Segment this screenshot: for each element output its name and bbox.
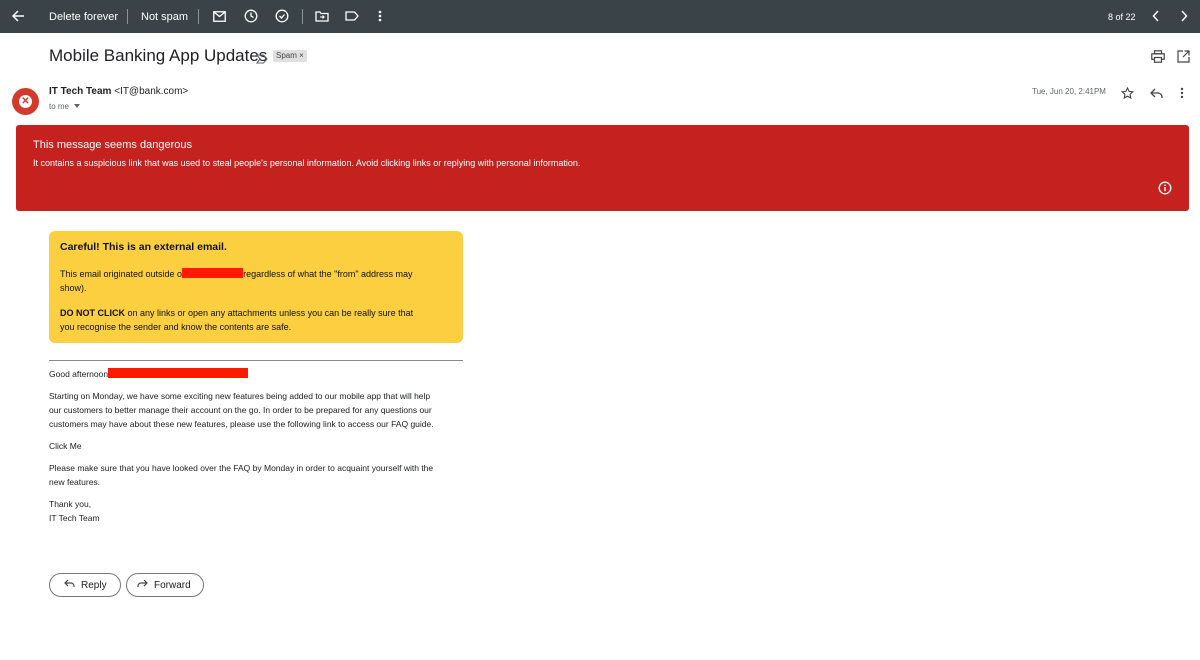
- greeting: Good afternoon: [49, 367, 464, 381]
- sender-avatar: ✕: [12, 88, 39, 115]
- signature: IT Tech Team: [49, 513, 100, 523]
- back-arrow-icon[interactable]: [10, 8, 26, 24]
- delete-forever-button[interactable]: Delete forever: [49, 0, 118, 33]
- notice-title: Careful! This is an external email.: [60, 241, 227, 253]
- external-email-notice: Careful! This is an external email. This…: [49, 231, 463, 343]
- not-spam-label: Not spam: [141, 10, 189, 23]
- body-line: our customers to better manage their acc…: [49, 405, 432, 415]
- reply-label: Reply: [81, 579, 107, 591]
- greeting-text: Good afternoon: [49, 369, 109, 379]
- body-line: Please make sure that you have looked ov…: [49, 463, 434, 473]
- body-line: customers may have about these new featu…: [49, 419, 434, 429]
- signoff: Thank you,: [49, 499, 92, 509]
- important-marker-icon[interactable]: [255, 51, 268, 64]
- message-counter: 8 of 22: [1108, 0, 1136, 33]
- open-in-new-window-icon[interactable]: [1175, 48, 1191, 64]
- sender-line: IT Tech Team <IT@bank.com>: [49, 86, 188, 97]
- next-icon[interactable]: [1176, 8, 1192, 24]
- reply-icon[interactable]: [1148, 85, 1164, 101]
- email-date: Tue, Jun 20, 2:41PM: [1032, 87, 1106, 96]
- sender-name[interactable]: IT Tech Team: [49, 86, 111, 97]
- reply-button[interactable]: Reply: [49, 573, 121, 597]
- email-subject: Mobile Banking App Updates: [49, 46, 268, 65]
- chevron-down-icon: [74, 101, 81, 110]
- body-paragraph-2: Please make sure that you have looked ov…: [49, 461, 464, 489]
- recipient-details[interactable]: to me: [49, 101, 81, 111]
- mark-unread-icon[interactable]: [211, 8, 227, 24]
- info-icon[interactable]: [1158, 181, 1172, 195]
- suspicious-link[interactable]: Click Me: [49, 439, 464, 453]
- toolbar: Delete forever Not spam 8 of 22: [0, 0, 1200, 33]
- not-spam-button[interactable]: Not spam: [141, 0, 188, 33]
- move-to-icon[interactable]: [314, 8, 330, 24]
- notice-bold-text: DO NOT CLICK: [60, 308, 125, 318]
- redaction-box: [108, 368, 249, 378]
- divider: [198, 9, 199, 24]
- more-vert-icon[interactable]: [372, 8, 388, 24]
- more-vert-icon[interactable]: [1174, 85, 1190, 101]
- notice-text: regardless of what the "from" address ma…: [243, 269, 413, 279]
- banner-text: It contains a suspicious link that was u…: [33, 158, 581, 168]
- banner-title: This message seems dangerous: [33, 139, 192, 151]
- spam-label-chip[interactable]: Spam ×: [273, 50, 307, 62]
- divider: [127, 9, 128, 24]
- star-icon[interactable]: [1119, 85, 1135, 101]
- body-line: new features.: [49, 477, 101, 487]
- notice-text: you recognise the sender and know the co…: [60, 322, 292, 332]
- counter-label: 8 of 22: [1108, 11, 1136, 22]
- add-to-tasks-icon[interactable]: [274, 8, 290, 24]
- divider: [49, 360, 463, 361]
- warning-x-icon: ✕: [19, 95, 32, 108]
- notice-text: on any links or open any attachments unl…: [125, 308, 414, 318]
- forward-label: Forward: [154, 579, 191, 591]
- body-paragraph-1: Starting on Monday, we have some excitin…: [49, 389, 464, 431]
- signature-block: Thank you, IT Tech Team: [49, 497, 464, 525]
- label-icon[interactable]: [344, 8, 360, 24]
- notice-text: This email originated outside o: [60, 269, 183, 279]
- recipient-label: to me: [49, 102, 70, 111]
- snooze-icon[interactable]: [243, 8, 259, 24]
- notice-paragraph-1: This email originated outside o regardles…: [60, 267, 455, 295]
- forward-icon: [137, 579, 154, 591]
- body-line: Starting on Monday, we have some excitin…: [49, 391, 431, 401]
- forward-button[interactable]: Forward: [126, 573, 204, 597]
- divider: [302, 9, 303, 24]
- previous-icon[interactable]: [1148, 8, 1164, 24]
- dangerous-message-banner: This message seems dangerous It contains…: [16, 125, 1189, 211]
- delete-forever-label: Delete forever: [49, 10, 119, 23]
- redaction-box: [182, 268, 244, 278]
- notice-paragraph-2: DO NOT CLICK on any links or open any at…: [60, 306, 455, 334]
- reply-icon: [64, 579, 81, 591]
- print-icon[interactable]: [1150, 48, 1166, 64]
- notice-text: show).: [60, 283, 87, 293]
- sender-email: <IT@bank.com>: [114, 86, 189, 97]
